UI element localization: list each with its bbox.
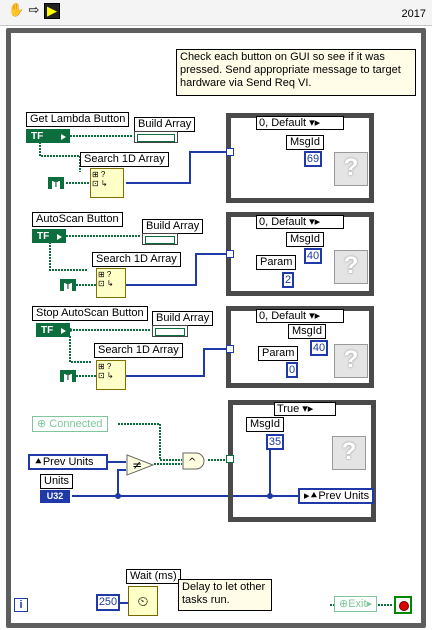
build-array-node-2[interactable] [142, 233, 178, 245]
units-terminal[interactable]: U32 [40, 490, 70, 503]
subvi-question-icon-3[interactable]: ? [334, 344, 368, 378]
search-1d-array-icon[interactable]: ⊞ ? ⊡ ↳ [96, 268, 126, 298]
exit-indicator[interactable]: ⊕Exit▸ [334, 596, 378, 612]
toolbar [0, 0, 432, 26]
msgid-label-1: MsgId [286, 135, 324, 150]
prev-units-local[interactable]: ⯅Prev Units [28, 454, 108, 470]
case-selector-4[interactable]: True ▾▸ [274, 402, 336, 416]
version-label: 2017 [401, 8, 426, 20]
arrow-right-icon[interactable]: ⇨ [26, 3, 42, 19]
case-selector-2[interactable]: 0, Default ▾▸ [256, 215, 344, 229]
svg-text:^: ^ [188, 457, 196, 468]
run-highlight-icon[interactable]: ▶ [44, 3, 60, 19]
subvi-question-icon-2[interactable]: ? [334, 250, 368, 284]
clock-icon[interactable]: ⏲ [128, 586, 158, 616]
search-label-1: Search 1D Array [80, 152, 169, 167]
autoscan-terminal[interactable]: TF [32, 229, 66, 243]
search-1d-array-icon[interactable]: ⊞ ? ⊡ ↳ [96, 360, 126, 390]
param-constant-2[interactable]: 2 [282, 272, 294, 288]
subvi-question-icon-4[interactable]: ? [332, 436, 366, 470]
wait-constant[interactable]: 250 [96, 594, 120, 611]
msgid-constant-3[interactable]: 40 [310, 340, 328, 356]
case-selector-terminal-3 [226, 345, 234, 353]
get-lambda-label: Get Lambda Button [26, 112, 130, 127]
units-label: Units [40, 474, 74, 489]
get-lambda-terminal[interactable]: TF [26, 129, 70, 143]
comment-top: Check each button on GUI so see if it wa… [176, 49, 416, 96]
iteration-terminal: i [14, 598, 28, 612]
case-selector-1[interactable]: 0, Default ▾▸ [256, 116, 344, 130]
wait-label: Wait (ms) [126, 569, 181, 584]
search-label-3: Search 1D Array [94, 343, 183, 358]
build-array-node-3[interactable] [152, 325, 188, 337]
prev-units-write[interactable]: ▸⯅Prev Units [298, 488, 374, 504]
and-gate-icon[interactable]: ^ [182, 452, 208, 470]
msgid-constant-2[interactable]: 40 [304, 248, 322, 264]
subvi-question-icon-1[interactable]: ? [334, 152, 368, 186]
true-constant-3[interactable]: T [60, 370, 76, 382]
search-1d-array-icon[interactable]: ⊞ ? ⊡ ↳ [90, 168, 124, 198]
case-selector-terminal-4 [226, 455, 234, 463]
not-equal-icon[interactable]: ≠ [126, 454, 154, 476]
msgid-label-2: MsgId [286, 232, 324, 247]
param-constant-3[interactable]: 0 [286, 362, 298, 378]
stop-autoscan-terminal[interactable]: TF [36, 323, 70, 337]
search-label-2: Search 1D Array [92, 252, 181, 267]
param-label-3: Param [258, 346, 299, 361]
loop-stop-terminal[interactable] [394, 596, 412, 614]
build-array-label-3: Build Array [152, 311, 214, 326]
autoscan-label: AutoScan Button [32, 212, 123, 227]
msgid-constant-1[interactable]: 69 [304, 151, 322, 167]
build-array-label-2: Build Array [142, 219, 204, 234]
param-label-2: Param [256, 255, 297, 270]
case-selector-terminal-1 [226, 148, 234, 156]
build-array-label-1: Build Array [134, 117, 196, 132]
msgid-label-3: MsgId [288, 324, 326, 339]
connected-indicator[interactable]: ⊕ Connected [32, 416, 108, 432]
wait-comment: Delay to let other tasks run. [178, 579, 272, 611]
build-array-node-1[interactable] [134, 131, 178, 143]
true-constant-2[interactable]: T [60, 279, 76, 291]
case-selector-3[interactable]: 0, Default ▾▸ [256, 309, 344, 323]
case-selector-terminal-2 [226, 250, 234, 258]
true-constant-1[interactable]: T [48, 177, 64, 189]
hand-icon[interactable]: ✋ [8, 3, 24, 19]
svg-text:≠: ≠ [132, 458, 142, 472]
msgid-constant-4[interactable]: 35 [266, 434, 284, 450]
stop-autoscan-label: Stop AutoScan Button [32, 306, 148, 321]
msgid-label-4: MsgId [246, 417, 284, 432]
